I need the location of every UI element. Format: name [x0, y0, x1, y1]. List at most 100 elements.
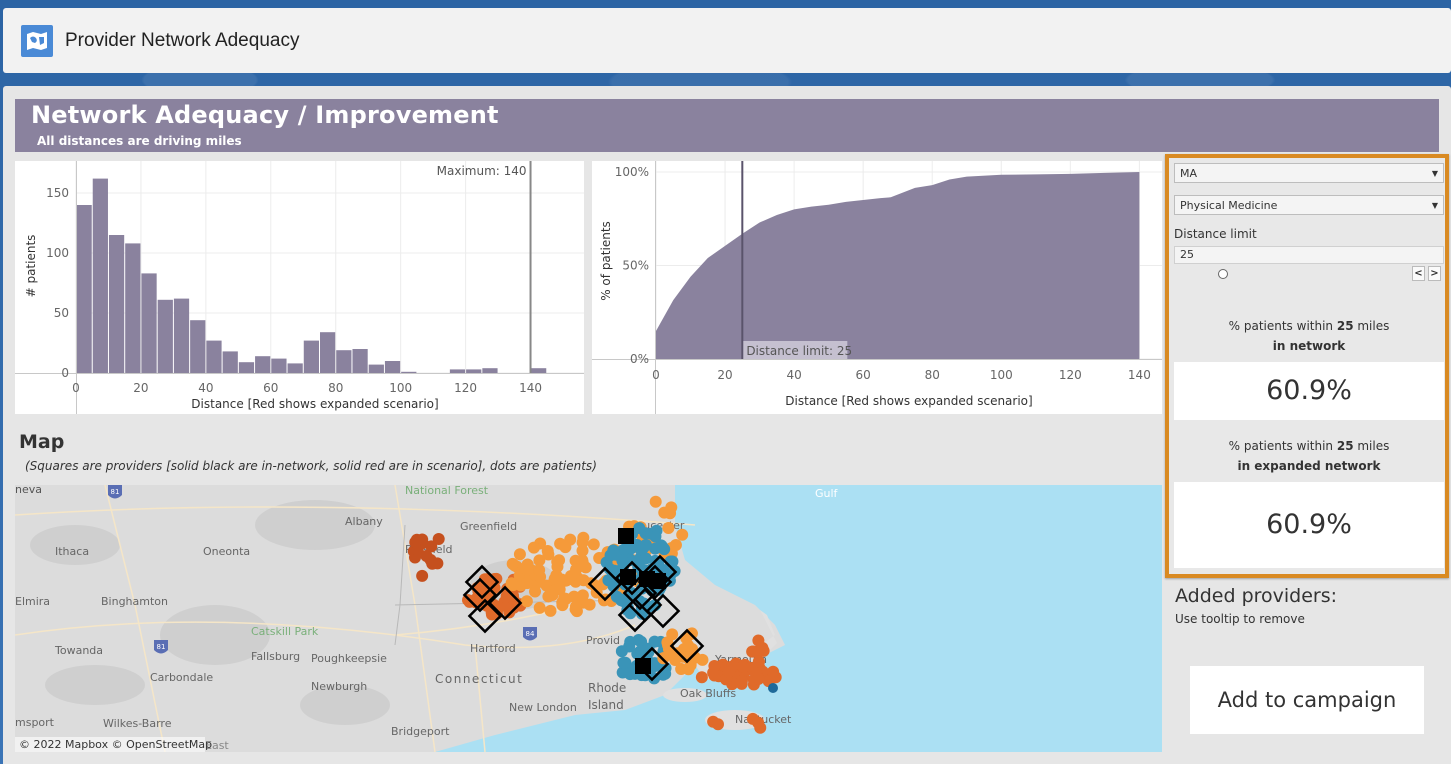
- maximum-reference-label: Maximum: 140: [437, 164, 527, 178]
- histogram-bar: [125, 243, 141, 373]
- kpi-expanded-value: 60.9%: [1174, 482, 1444, 568]
- map-icon[interactable]: [21, 24, 53, 57]
- patient-dot: [604, 549, 617, 562]
- distance-increment-button[interactable]: >: [1428, 266, 1441, 281]
- map-place-label: Poughkeepsie: [311, 652, 387, 665]
- map-place-label: Towanda: [54, 644, 103, 657]
- state-filter-dropdown[interactable]: MA ▼: [1174, 163, 1444, 183]
- histogram-bar: [173, 298, 190, 373]
- y-tick-label: 100: [46, 246, 69, 260]
- patient-dot: [505, 577, 518, 590]
- map-place-label: Greenfield: [460, 520, 517, 533]
- map-subtitle: (Squares are providers [solid black are …: [25, 459, 597, 473]
- x-tick-label: 100: [389, 381, 412, 395]
- distance-limit-slider-handle[interactable]: [1218, 269, 1228, 279]
- patient-dot: [520, 595, 533, 608]
- map-place-label: Connecticut: [435, 672, 523, 686]
- map-place-label: Wilkes-Barre: [103, 717, 172, 730]
- patient-dot: [712, 718, 725, 731]
- patient-dot: [506, 557, 519, 570]
- dashboard: Network Adequacy / Improvement All dista…: [3, 86, 1451, 764]
- map-place-label: Ithaca: [55, 545, 89, 558]
- in-network-provider-marker: [618, 528, 634, 544]
- patient-dot: [576, 536, 589, 549]
- app-header: Provider Network Adequacy: [3, 8, 1451, 73]
- dashboard-subtitle: All distances are driving miles: [37, 134, 242, 148]
- x-tick-label: 140: [519, 381, 542, 395]
- histogram-bar: [238, 362, 255, 373]
- patient-dot: [767, 665, 780, 678]
- highway-shield-icon: 81: [108, 485, 122, 499]
- cumulative-area-chart[interactable]: Distance limit: 25 0 20 40 60 80 100 120 140 0% 50…: [592, 161, 1162, 414]
- chevron-down-icon[interactable]: ▼: [1432, 201, 1438, 210]
- patient-dot: [553, 554, 566, 567]
- patient-dot: [696, 653, 709, 666]
- map-place-label: Carbondale: [150, 671, 213, 684]
- map-place-label: Oak Bluffs: [680, 687, 736, 700]
- chevron-down-icon[interactable]: ▼: [1432, 169, 1438, 178]
- add-to-campaign-button[interactable]: Add to campaign: [1190, 666, 1424, 734]
- shield-number: 81: [157, 643, 166, 651]
- map-canvas[interactable]: neva Ithaca Oneonta Albany Elmira Binghamton C…: [15, 485, 1162, 752]
- provider-patient-map[interactable]: neva Ithaca Oneonta Albany Elmira Binghamton C…: [15, 485, 1162, 752]
- patient-dot: [617, 656, 630, 669]
- histogram-bar: [449, 369, 466, 373]
- patient-dot: [746, 645, 759, 658]
- cumulative-area: [656, 172, 1140, 359]
- histogram-bar: [92, 178, 108, 373]
- patient-dot: [425, 540, 438, 553]
- distance-limit-input[interactable]: 25: [1174, 246, 1444, 264]
- histogram-bar: [255, 356, 271, 373]
- app-title: Provider Network Adequacy: [65, 29, 300, 51]
- specialty-filter-dropdown[interactable]: Physical Medicine ▼: [1174, 195, 1444, 215]
- distance-decrement-button[interactable]: <: [1412, 266, 1425, 281]
- map-place-label: Fallsburg: [251, 650, 300, 663]
- kpi-label-distance: 25: [1336, 439, 1354, 453]
- histogram-bar: [336, 350, 352, 373]
- cumulative-distance-chart[interactable]: Distance limit: 25 0 20 40 60 80 100 120 140 0% 50…: [592, 161, 1162, 414]
- patient-dot: [615, 645, 628, 658]
- shield-number: 84: [526, 630, 535, 638]
- histogram-bar: [303, 340, 319, 373]
- patient-dot: [616, 554, 629, 567]
- histogram-bar: [222, 351, 238, 373]
- patient-dot: [527, 541, 540, 554]
- patient-dot: [556, 599, 569, 612]
- patient-dot: [649, 495, 662, 508]
- x-tick-label: 0: [652, 368, 660, 382]
- histogram-bar: [271, 358, 287, 373]
- patient-dot: [662, 521, 675, 534]
- map-place-label: Elmira: [15, 595, 50, 608]
- histogram-bar: [141, 273, 157, 373]
- patient-dot: [555, 573, 568, 586]
- map-place-label: msport: [15, 716, 55, 729]
- patient-dot: [657, 668, 670, 681]
- x-tick-label: 20: [717, 368, 732, 382]
- map-title: Map: [19, 431, 65, 453]
- y-tick-label: 150: [46, 186, 69, 200]
- shield-number: 81: [111, 488, 120, 496]
- map-place-label: Bridgeport: [391, 725, 450, 738]
- patient-dot: [409, 536, 422, 549]
- y-axis-title: # patients: [24, 235, 38, 298]
- patient-dot: [559, 541, 572, 554]
- histogram-bar: [352, 349, 368, 373]
- histogram-bar: [76, 205, 92, 373]
- histogram-bar: [206, 340, 222, 373]
- patient-dot: [521, 577, 534, 590]
- highway-shield-icon: 84: [523, 627, 537, 641]
- patient-dot: [569, 600, 582, 613]
- histogram-bar: [287, 363, 303, 373]
- y-axis-title: % of patients: [599, 221, 613, 301]
- map-place-label: Hartford: [470, 642, 516, 655]
- histogram-chart[interactable]: Maximum: 140 0 20 40 60 80 100 120 140 0 50 100 150 D…: [15, 161, 584, 414]
- kpi-label-scope: in expanded network: [1237, 459, 1381, 473]
- x-tick-label: 40: [786, 368, 801, 382]
- distance-histogram[interactable]: Maximum: 140 0 20 40 60 80 100 120 140 0 50 100 150 D…: [15, 161, 584, 414]
- x-tick-label: 80: [925, 368, 940, 382]
- x-tick-label: 120: [1059, 368, 1082, 382]
- patient-dot: [513, 548, 526, 561]
- patient-dot: [416, 569, 429, 582]
- patient-dot: [675, 663, 688, 676]
- patient-dot: [648, 635, 661, 648]
